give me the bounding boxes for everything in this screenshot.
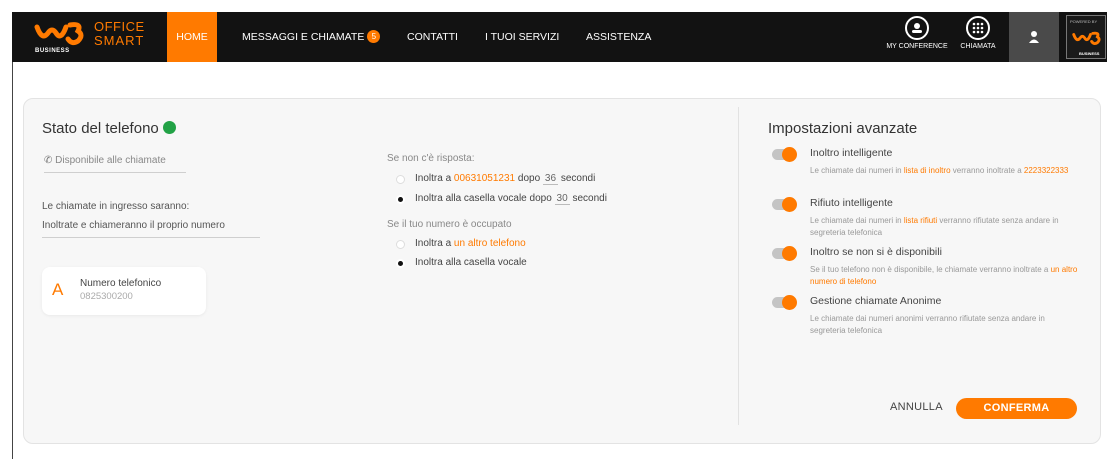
card-avatar-letter: A xyxy=(52,280,64,299)
toggle-inoltro-non-disponibile[interactable] xyxy=(772,246,797,261)
voicemail-option-text: Inoltra alla casella vocale dopo 30 seco… xyxy=(415,193,607,205)
incoming-calls-value[interactable]: Inoltrate e chiameranno il proprio numer… xyxy=(42,220,260,238)
conference-icon xyxy=(905,16,929,40)
incoming-calls-label: Le chiamate in ingresso saranno: xyxy=(42,201,190,212)
toggle-rifiuto-intelligente[interactable] xyxy=(772,197,797,212)
forward-after-text: dopo xyxy=(517,173,541,184)
toggle-chiamate-anonime[interactable] xyxy=(772,295,797,310)
chiamata-button[interactable]: CHIAMATA xyxy=(956,16,1000,60)
powered-by-badge: POWERED BY BUSINESS xyxy=(1066,15,1106,59)
user-icon xyxy=(1029,31,1039,43)
forward-target-number-link[interactable]: 2223322333 xyxy=(1024,166,1069,175)
column-divider xyxy=(738,107,739,425)
radio-button-selected[interactable] xyxy=(396,195,405,204)
office-smart-logo[interactable]: BUSINESS OFFICE SMART xyxy=(34,17,154,59)
nav-tuoi-servizi[interactable]: I TUOI SERVIZI xyxy=(485,12,559,62)
busy-label: Se il tuo numero è occupato xyxy=(387,219,512,230)
desc-text: Se il tuo telefono non è disponibile, le… xyxy=(810,265,1051,274)
busy-voicemail-text: Inoltra alla casella vocale xyxy=(415,257,527,268)
messages-count-badge: 5 xyxy=(367,30,381,43)
logo-business-text: BUSINESS xyxy=(35,48,70,54)
rifiuto-intelligente-desc: Le chiamate dai numeri in lista rifiuti … xyxy=(810,215,1080,239)
phone-icon: ✆ xyxy=(44,155,53,166)
desc-text: Le chiamate dai numeri in xyxy=(810,166,904,175)
cancel-button[interactable]: ANNULLA xyxy=(890,401,943,413)
chiamate-anonime-title: Gestione chiamate Anonime xyxy=(810,295,942,307)
w3-logo-icon xyxy=(34,22,84,46)
confirm-button[interactable]: CONFERMA xyxy=(956,398,1077,419)
toggle-knob xyxy=(782,197,797,212)
advanced-settings-title: Impostazioni avanzate xyxy=(768,120,918,137)
no-answer-label: Se non c'è risposta: xyxy=(387,153,475,164)
nav-home[interactable]: HOME xyxy=(167,12,217,62)
w3-small-logo-icon xyxy=(1072,31,1101,45)
toggle-knob xyxy=(782,246,797,261)
inoltro-non-disponibile-desc: Se il tuo telefono non è disponibile, le… xyxy=(810,264,1080,288)
inoltro-intelligente-title: Inoltro intelligente xyxy=(810,147,893,159)
radio-button[interactable] xyxy=(396,240,405,249)
left-border-line xyxy=(12,62,13,459)
forward-option-text: Inoltra a 00631051231 dopo 36 secondi xyxy=(415,173,595,185)
lista-inoltro-link[interactable]: lista di inoltro xyxy=(904,166,951,175)
nav-messaggi-label: MESSAGGI E CHIAMATE xyxy=(242,31,365,43)
status-indicator-dot xyxy=(162,121,176,134)
chiamate-anonime-desc: Le chiamate dai numeri anonimi verranno … xyxy=(810,314,1045,335)
busy-forward-prefix: Inoltra a xyxy=(415,238,452,249)
card-phone-number: 0825300200 xyxy=(80,291,133,302)
voicemail-seconds-input[interactable]: 30 xyxy=(554,193,570,205)
phone-status-title: Stato del telefono xyxy=(42,120,176,137)
forward-unit: secondi xyxy=(560,173,596,184)
nav-contatti[interactable]: CONTATTI xyxy=(407,12,458,62)
radio-button[interactable] xyxy=(396,175,405,184)
radio-button-selected[interactable] xyxy=(396,259,405,268)
dialpad-icon xyxy=(966,16,990,40)
availability-text: Disponibile alle chiamate xyxy=(55,155,166,166)
powered-by-text: POWERED BY xyxy=(1070,19,1098,24)
toggle-inoltro-intelligente[interactable] xyxy=(772,147,797,162)
conference-label: MY CONFERENCE xyxy=(886,43,948,50)
logo-smart-text: SMART xyxy=(94,33,145,48)
user-account-button[interactable] xyxy=(1009,12,1059,62)
busy-forward-text: Inoltra a un altro telefono xyxy=(415,238,526,249)
other-phone-link[interactable]: un altro telefono xyxy=(454,238,526,249)
phone-number-card[interactable]: A Numero telefonico 0825300200 xyxy=(42,267,206,315)
availability-field[interactable]: ✆ Disponibile alle chiamate xyxy=(44,155,186,173)
voicemail-unit: secondi xyxy=(572,193,607,204)
settings-panel: Stato del telefono ✆ Disponibile alle ch… xyxy=(23,98,1101,444)
forward-seconds-input[interactable]: 36 xyxy=(542,173,559,185)
card-label: Numero telefonico xyxy=(80,278,162,289)
lista-rifiuti-link[interactable]: lista rifiuti xyxy=(904,216,937,225)
toggle-knob xyxy=(782,147,797,162)
top-navigation-bar: BUSINESS OFFICE SMART HOME MESSAGGI E CH… xyxy=(12,12,1107,62)
inoltro-intelligente-desc: Le chiamate dai numeri in lista di inolt… xyxy=(810,165,1080,177)
chiamata-label: CHIAMATA xyxy=(960,43,996,50)
forward-prefix: Inoltra a xyxy=(415,173,452,184)
forward-number-link[interactable]: 00631051231 xyxy=(454,173,515,184)
desc-text: Le chiamate dai numeri in xyxy=(810,216,904,225)
inoltro-non-disponibile-title: Inoltro se non si è disponibili xyxy=(810,246,942,258)
voicemail-prefix: Inoltra alla casella vocale dopo xyxy=(415,193,552,204)
my-conference-button[interactable]: MY CONFERENCE xyxy=(884,16,950,60)
toggle-knob xyxy=(782,295,797,310)
powered-business-text: BUSINESS xyxy=(1079,51,1100,56)
nav-messaggi-chiamate[interactable]: MESSAGGI E CHIAMATE 5 xyxy=(242,12,381,62)
nav-assistenza[interactable]: ASSISTENZA xyxy=(586,12,651,62)
desc-text: verranno inoltrate a xyxy=(950,166,1024,175)
phone-status-title-text: Stato del telefono xyxy=(42,120,159,137)
rifiuto-intelligente-title: Rifiuto intelligente xyxy=(810,197,893,209)
logo-office-text: OFFICE xyxy=(94,19,145,34)
